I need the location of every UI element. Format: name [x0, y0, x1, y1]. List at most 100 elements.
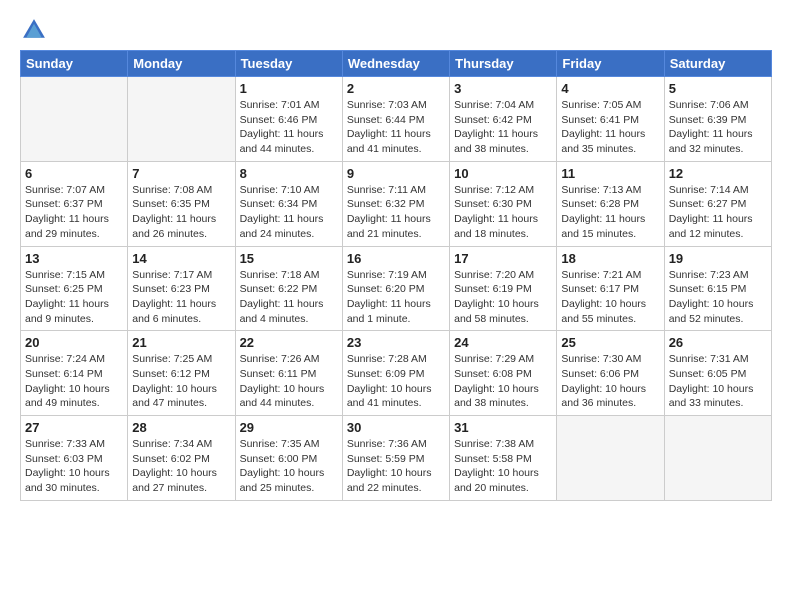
day-info: Sunrise: 7:33 AMSunset: 6:03 PMDaylight:… [25, 437, 123, 496]
calendar-cell: 2 Sunrise: 7:03 AMSunset: 6:44 PMDaylight… [342, 77, 449, 162]
day-info: Sunrise: 7:11 AMSunset: 6:32 PMDaylight:… [347, 183, 445, 242]
calendar-cell: 1Sunrise: 7:01 AMSunset: 6:46 PMDaylight… [235, 77, 342, 162]
calendar-cell: 30 Sunrise: 7:36 AMSunset: 5:59 PMDayligh… [342, 416, 449, 501]
day-info: Sunrise: 7:12 AMSunset: 6:30 PMDaylight:… [454, 183, 552, 242]
week-row-4: 27 Sunrise: 7:33 AMSunset: 6:03 PMDayligh… [21, 416, 772, 501]
week-row-3: 20 Sunrise: 7:24 AMSunset: 6:14 PMDayligh… [21, 331, 772, 416]
day-number: 24 [454, 335, 552, 350]
day-number: 23 [347, 335, 445, 350]
day-number: 9 [347, 166, 445, 181]
day-info: Sunrise: 7:30 AMSunset: 6:06 PMDaylight:… [561, 352, 659, 411]
day-number: 15 [240, 251, 338, 266]
calendar-cell [128, 77, 235, 162]
calendar-cell: 26Sunrise: 7:31 AMSunset: 6:05 PMDayligh… [664, 331, 771, 416]
day-info: Sunrise: 7:19 AMSunset: 6:20 PMDaylight:… [347, 268, 445, 327]
calendar-cell: 11 Sunrise: 7:13 AMSunset: 6:28 PMDayligh… [557, 161, 664, 246]
header [20, 16, 772, 44]
calendar-cell [21, 77, 128, 162]
calendar-cell: 18 Sunrise: 7:21 AMSunset: 6:17 PMDayligh… [557, 246, 664, 331]
day-number: 25 [561, 335, 659, 350]
calendar-cell: 12 Sunrise: 7:14 AMSunset: 6:27 PMDayligh… [664, 161, 771, 246]
day-number: 10 [454, 166, 552, 181]
day-header-sunday: Sunday [21, 51, 128, 77]
day-number: 16 [347, 251, 445, 266]
logo [20, 16, 52, 44]
day-number: 18 [561, 251, 659, 266]
day-info: Sunrise: 7:23 AMSunset: 6:15 PMDaylight:… [669, 268, 767, 327]
day-number: 5 [669, 81, 767, 96]
day-number: 22 [240, 335, 338, 350]
day-info: Sunrise: 7:14 AMSunset: 6:27 PMDaylight:… [669, 183, 767, 242]
day-header-wednesday: Wednesday [342, 51, 449, 77]
calendar-cell: 27 Sunrise: 7:33 AMSunset: 6:03 PMDayligh… [21, 416, 128, 501]
calendar-cell: 3 Sunrise: 7:04 AMSunset: 6:42 PMDaylight… [450, 77, 557, 162]
calendar-cell: 29 Sunrise: 7:35 AMSunset: 6:00 PMDayligh… [235, 416, 342, 501]
day-info: Sunrise: 7:28 AMSunset: 6:09 PMDaylight:… [347, 352, 445, 411]
day-number: 27 [25, 420, 123, 435]
day-info: Sunrise: 7:31 AMSunset: 6:05 PMDaylight:… [669, 352, 767, 411]
day-info: Sunrise: 7:38 AMSunset: 5:58 PMDaylight:… [454, 437, 552, 496]
day-info: Sunrise: 7:03 AMSunset: 6:44 PMDaylight:… [347, 98, 445, 157]
day-number: 19 [669, 251, 767, 266]
day-number: 8 [240, 166, 338, 181]
day-info: Sunrise: 7:05 AMSunset: 6:41 PMDaylight:… [561, 98, 659, 157]
day-number: 14 [132, 251, 230, 266]
day-number: 29 [240, 420, 338, 435]
day-number: 11 [561, 166, 659, 181]
day-info: Sunrise: 7:34 AMSunset: 6:02 PMDaylight:… [132, 437, 230, 496]
day-info: Sunrise: 7:15 AMSunset: 6:25 PMDaylight:… [25, 268, 123, 327]
logo-icon [20, 16, 48, 44]
calendar-cell: 6 Sunrise: 7:07 AMSunset: 6:37 PMDaylight… [21, 161, 128, 246]
day-number: 6 [25, 166, 123, 181]
day-info: Sunrise: 7:36 AMSunset: 5:59 PMDaylight:… [347, 437, 445, 496]
day-number: 7 [132, 166, 230, 181]
day-header-friday: Friday [557, 51, 664, 77]
day-number: 30 [347, 420, 445, 435]
calendar-cell: 24 Sunrise: 7:29 AMSunset: 6:08 PMDayligh… [450, 331, 557, 416]
day-info: Sunrise: 7:21 AMSunset: 6:17 PMDaylight:… [561, 268, 659, 327]
day-info: Sunrise: 7:35 AMSunset: 6:00 PMDaylight:… [240, 437, 338, 496]
calendar-cell: 7Sunrise: 7:08 AMSunset: 6:35 PMDaylight… [128, 161, 235, 246]
day-info: Sunrise: 7:07 AMSunset: 6:37 PMDaylight:… [25, 183, 123, 242]
day-info: Sunrise: 7:04 AMSunset: 6:42 PMDaylight:… [454, 98, 552, 157]
calendar-cell [664, 416, 771, 501]
calendar-cell: 23 Sunrise: 7:28 AMSunset: 6:09 PMDayligh… [342, 331, 449, 416]
week-row-1: 6 Sunrise: 7:07 AMSunset: 6:37 PMDaylight… [21, 161, 772, 246]
calendar-cell: 15Sunrise: 7:18 AMSunset: 6:22 PMDayligh… [235, 246, 342, 331]
calendar-cell: 31Sunrise: 7:38 AMSunset: 5:58 PMDayligh… [450, 416, 557, 501]
day-number: 17 [454, 251, 552, 266]
day-number: 28 [132, 420, 230, 435]
day-number: 12 [669, 166, 767, 181]
day-info: Sunrise: 7:06 AMSunset: 6:39 PMDaylight:… [669, 98, 767, 157]
calendar-cell: 9 Sunrise: 7:11 AMSunset: 6:32 PMDaylight… [342, 161, 449, 246]
week-row-0: 1Sunrise: 7:01 AMSunset: 6:46 PMDaylight… [21, 77, 772, 162]
day-info: Sunrise: 7:20 AMSunset: 6:19 PMDaylight:… [454, 268, 552, 327]
day-number: 3 [454, 81, 552, 96]
day-header-saturday: Saturday [664, 51, 771, 77]
day-info: Sunrise: 7:25 AMSunset: 6:12 PMDaylight:… [132, 352, 230, 411]
calendar-cell: 21 Sunrise: 7:25 AMSunset: 6:12 PMDayligh… [128, 331, 235, 416]
day-number: 20 [25, 335, 123, 350]
calendar-cell: 28 Sunrise: 7:34 AMSunset: 6:02 PMDayligh… [128, 416, 235, 501]
week-row-2: 13 Sunrise: 7:15 AMSunset: 6:25 PMDayligh… [21, 246, 772, 331]
day-number: 2 [347, 81, 445, 96]
day-info: Sunrise: 7:17 AMSunset: 6:23 PMDaylight:… [132, 268, 230, 327]
day-info: Sunrise: 7:24 AMSunset: 6:14 PMDaylight:… [25, 352, 123, 411]
calendar-cell: 10 Sunrise: 7:12 AMSunset: 6:30 PMDayligh… [450, 161, 557, 246]
calendar-cell: 4Sunrise: 7:05 AMSunset: 6:41 PMDaylight… [557, 77, 664, 162]
day-info: Sunrise: 7:29 AMSunset: 6:08 PMDaylight:… [454, 352, 552, 411]
calendar-cell: 22Sunrise: 7:26 AMSunset: 6:11 PMDayligh… [235, 331, 342, 416]
day-number: 1 [240, 81, 338, 96]
day-header-thursday: Thursday [450, 51, 557, 77]
day-number: 21 [132, 335, 230, 350]
day-info: Sunrise: 7:13 AMSunset: 6:28 PMDaylight:… [561, 183, 659, 242]
calendar-cell: 16 Sunrise: 7:19 AMSunset: 6:20 PMDayligh… [342, 246, 449, 331]
day-number: 13 [25, 251, 123, 266]
calendar: SundayMondayTuesdayWednesdayThursdayFrid… [20, 50, 772, 501]
calendar-cell [557, 416, 664, 501]
calendar-cell: 17 Sunrise: 7:20 AMSunset: 6:19 PMDayligh… [450, 246, 557, 331]
day-header-monday: Monday [128, 51, 235, 77]
calendar-cell: 8Sunrise: 7:10 AMSunset: 6:34 PMDaylight… [235, 161, 342, 246]
page: SundayMondayTuesdayWednesdayThursdayFrid… [0, 0, 792, 612]
calendar-cell: 25 Sunrise: 7:30 AMSunset: 6:06 PMDayligh… [557, 331, 664, 416]
